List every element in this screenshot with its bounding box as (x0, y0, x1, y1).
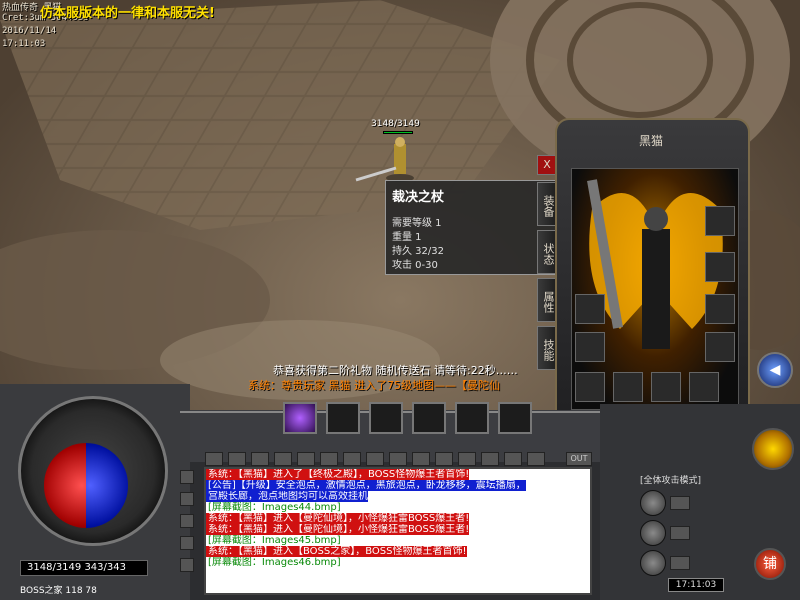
chat-btn-3[interactable] (251, 452, 269, 466)
hp-mp-readout: 3148/3149 343/343 (20, 560, 148, 576)
out-button[interactable]: OUT (566, 452, 592, 466)
chat-btn-8[interactable] (366, 452, 384, 466)
chat-btn-11[interactable] (435, 452, 453, 466)
chat-screenshot-link[interactable]: [屏幕截图：Images44.bmp] (206, 502, 341, 513)
chat-line: 系统：【黑猫】进入【BOSS之家】，BOSS怪物爆王者首饰! (206, 546, 467, 557)
chat-line: 宫殿长廊，泡点地图均可以高效挂机 (206, 491, 368, 502)
clock-display: 17:11:03 (668, 578, 724, 592)
ring-left-slot[interactable] (575, 332, 605, 362)
belt-slot-4[interactable] (412, 402, 446, 434)
chat-side-btn-5[interactable] (180, 558, 194, 572)
ring-right-slot[interactable] (705, 332, 735, 362)
chat-btn-4[interactable] (274, 452, 292, 466)
chat-line: 系统：【黑猫】进入【曼陀仙境】，小怪爆狂雷BOSS爆王者! (206, 513, 470, 524)
helmet-slot[interactable] (705, 252, 735, 282)
chat-btn-15[interactable] (527, 452, 545, 466)
tab-status[interactable]: 状态 (537, 230, 557, 274)
tooltip-item-name: 裁决之杖 (392, 190, 445, 205)
chat-btn-10[interactable] (412, 452, 430, 466)
chat-screenshot-link[interactable]: [屏幕截图：Images45.bmp] (206, 535, 341, 546)
chat-line: [公告]【升级】安全泡点，激情泡点，黑旅泡点，卧龙移移，震坛播扇， (206, 480, 526, 491)
chat-btn-5[interactable] (297, 452, 315, 466)
hud-tab-3[interactable] (670, 556, 690, 570)
hud-tab-2[interactable] (670, 526, 690, 540)
tooltip-durability: 持久 32/32 (392, 246, 444, 257)
chat-btn-13[interactable] (481, 452, 499, 466)
chat-line: 系统：【黑猫】进入【曼陀仙境】，小怪爆狂雷BOSS爆王者! (206, 524, 470, 535)
chat-side-btn-3[interactable] (180, 514, 194, 528)
bracelet-right-slot[interactable] (705, 294, 735, 324)
chat-side-btn-4[interactable] (180, 536, 194, 550)
chat-line: 系统：【黑猫】进入了【终极之殿】，BOSS怪物爆王者首饰! (206, 469, 470, 480)
belt-slot-5[interactable] (455, 402, 489, 434)
tab-equipment[interactable]: 装备 (537, 182, 557, 226)
chat-side-btn-2[interactable] (180, 492, 194, 506)
tab-skills[interactable]: 技能 (537, 326, 557, 370)
tooltip-attack: 攻击 0-30 (392, 260, 438, 271)
chat-side-btn-1[interactable] (180, 470, 194, 484)
bracelet-left-slot[interactable] (575, 294, 605, 324)
close-panel-button[interactable]: X (537, 155, 557, 175)
sun-daytime-icon (752, 428, 794, 470)
chat-btn-14[interactable] (504, 452, 522, 466)
hud-tab-1[interactable] (670, 496, 690, 510)
hud-button-3[interactable] (640, 550, 666, 576)
tooltip-level: 需要等级 1 (392, 218, 442, 229)
chat-screenshot-link[interactable]: [屏幕截图：Images46.bmp] (206, 557, 341, 568)
map-location: BOSS之家 118 78 (20, 586, 97, 596)
gift-announcement: 恭喜获得第二阶礼物 随机传送石 请等待:22秒…… (273, 364, 518, 377)
date-text: 2016/11/14 (2, 26, 57, 36)
chat-btn-12[interactable] (458, 452, 476, 466)
chat-btn-7[interactable] (343, 452, 361, 466)
chat-btn-2[interactable] (228, 452, 246, 466)
character-name: 黑猫 (639, 134, 664, 148)
chat-btn-1[interactable] (205, 452, 223, 466)
player-hp-label: 3148/3149 (371, 119, 420, 129)
attack-mode[interactable]: [全体攻击模式] (640, 473, 701, 486)
belt-slot-1[interactable] (283, 402, 317, 434)
chat-btn-9[interactable] (389, 452, 407, 466)
necklace-slot[interactable] (705, 206, 735, 236)
player-hp-bar (383, 131, 413, 134)
chat-log[interactable]: 系统：【黑猫】进入了【终极之殿】，BOSS怪物爆王者首饰! [公告]【升级】安全… (204, 467, 592, 595)
belt-slot-6[interactable] (498, 402, 532, 434)
scrolling-banner: 仿本服版本的一律和本服无关! (40, 6, 215, 21)
sound-icon[interactable]: ◀ (757, 352, 793, 388)
belt-slot-3[interactable] (369, 402, 403, 434)
time-text: 17:11:03 (2, 39, 46, 49)
hud-button-1[interactable] (640, 490, 666, 516)
shop-button[interactable]: 铺 (754, 548, 786, 580)
tooltip-weight: 重量 1 (392, 232, 422, 243)
tab-attributes[interactable]: 属性 (537, 278, 557, 322)
chat-btn-6[interactable] (320, 452, 338, 466)
hud-button-2[interactable] (640, 520, 666, 546)
belt-slot-2[interactable] (326, 402, 360, 434)
